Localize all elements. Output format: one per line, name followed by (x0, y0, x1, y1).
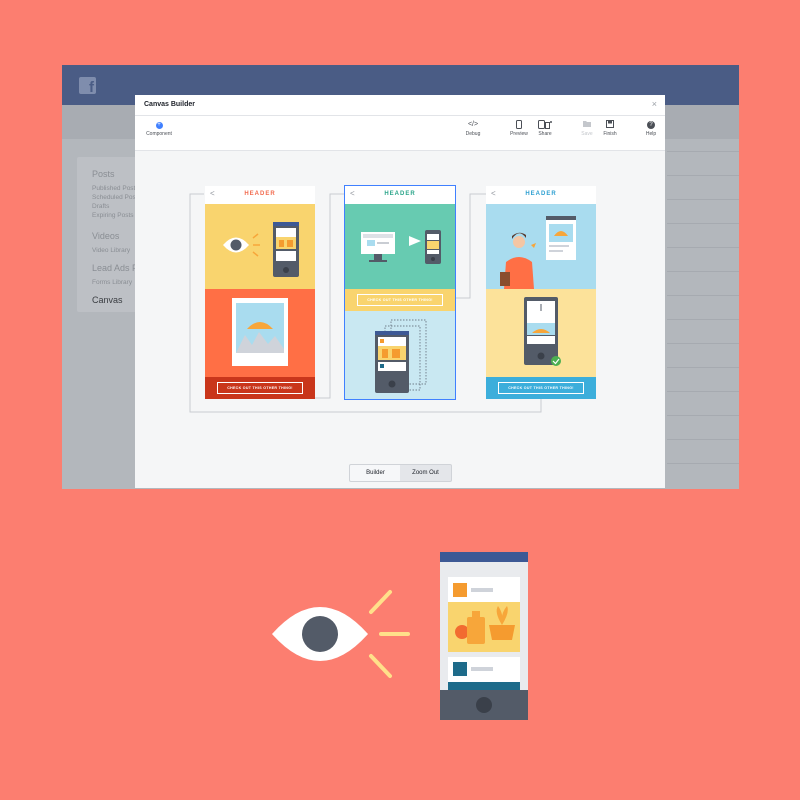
eye-pupil (302, 616, 338, 652)
eye-to-phone-illustration (272, 552, 528, 720)
phone-icon (440, 552, 528, 720)
